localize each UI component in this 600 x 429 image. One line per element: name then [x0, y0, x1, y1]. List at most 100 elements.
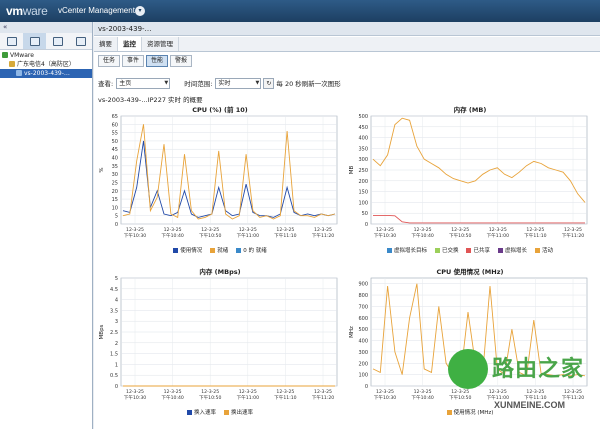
y-tick-label: 2: [115, 341, 118, 347]
legend-swatch: [210, 248, 216, 253]
chart-title: 内存 (MB): [453, 106, 487, 114]
vm-title: vs-2003-439-…: [94, 22, 600, 36]
subtab-performance[interactable]: 性能: [146, 55, 169, 67]
chevron-down-icon: ▼: [164, 79, 169, 86]
legend-label: 换出速率: [231, 410, 254, 416]
y-tick-label: 500: [358, 114, 368, 120]
chart-title: CPU 使用情况 (MHz): [436, 268, 504, 276]
home-menu-button[interactable]: ▾: [135, 6, 145, 16]
inventory-tree: VMware 广东电信4（高防区） vs-2003-439-…: [0, 51, 92, 78]
y-tick-label: 0: [365, 384, 368, 390]
x-tick-label: 12-3-25 下午10:50: [199, 227, 222, 239]
legend-swatch: [466, 248, 472, 253]
tab-summary[interactable]: 摘要: [94, 37, 118, 51]
x-tick-label: 12-3-25 下午10:30: [374, 227, 397, 239]
legend-item: 虚拟增长: [498, 246, 527, 254]
y-tick-label: 150: [358, 190, 368, 196]
x-tick-label: 12-3-25 下午10:50: [199, 389, 222, 401]
subtab-events[interactable]: 事件: [122, 55, 145, 67]
folder-icon: [2, 52, 8, 58]
cpu-chart: CPU (%) (前 10) 0 5 10 15 20 25 30 35 40 45 50 55 60 65…: [95, 104, 345, 264]
y-tick-label: 55: [112, 131, 118, 137]
subtab-alarms[interactable]: 警报: [170, 55, 193, 67]
y-tick-label: 50: [112, 139, 118, 145]
top-bar: vmware vCenter Management ▾: [0, 0, 600, 22]
inventory-view-tabs: [0, 33, 92, 50]
tree-item-label: VMware: [10, 52, 34, 59]
legend-item: 已共享: [466, 246, 490, 254]
legend-swatch: [224, 410, 229, 415]
storage-view-icon[interactable]: [46, 33, 69, 49]
vms-view-icon[interactable]: [23, 33, 46, 49]
refresh-icon[interactable]: ↻: [263, 77, 275, 89]
collapse-button[interactable]: «: [0, 22, 92, 33]
legend-label: 0 的 就绪: [243, 248, 267, 254]
y-tick-label: 4: [115, 298, 118, 304]
tab-monitor[interactable]: 监控: [118, 37, 142, 51]
time-range-select[interactable]: 实时 ▼: [215, 77, 262, 89]
resource-pool-icon: [9, 61, 15, 67]
legend-label: 虚拟增长目标: [393, 248, 427, 254]
legend-swatch: [386, 248, 392, 253]
chevron-down-icon: ▼: [255, 79, 260, 86]
x-tick-label: 12-3-25 下午11:00: [487, 227, 510, 239]
legend-label: 使用情况: [180, 248, 203, 254]
network-view-icon[interactable]: [69, 33, 92, 49]
y-tick-label: 35: [112, 164, 118, 170]
legend-item: 已交换: [434, 246, 459, 254]
x-tick-label: 12-3-25 下午10:40: [161, 389, 184, 401]
y-tick-label: 30: [112, 172, 118, 178]
tree-item-label: 广东电信4（高防区）: [17, 61, 75, 68]
y-tick-label: 5: [115, 276, 118, 282]
vm-icon: [16, 70, 22, 76]
y-axis-label: MBps: [99, 324, 105, 339]
y-tick-label: 40: [112, 156, 118, 162]
legend-item: 虚拟增长目标: [386, 246, 427, 254]
x-tick-label: 12-3-25 下午11:20: [562, 227, 585, 239]
summary-caption: vs-2003-439-…IP227 实时 的概要: [98, 96, 203, 104]
x-tick-label: 12-3-25 下午10:30: [374, 389, 397, 401]
refresh-text: 每 20 秒刷新一次图形: [276, 80, 341, 88]
chart-title: CPU (%) (前 10): [192, 106, 248, 114]
watermark-url: XUNMEINE.COM: [494, 400, 566, 410]
x-tick-label: 12-3-25 下午10:40: [161, 227, 184, 239]
logo-vm: vm: [6, 4, 23, 18]
subtab-tasks[interactable]: 任务: [98, 55, 121, 67]
legend-swatch: [434, 248, 440, 253]
hosts-view-icon[interactable]: [0, 33, 23, 49]
legend-label: 已共享: [473, 248, 490, 254]
y-tick-label: 400: [358, 339, 368, 345]
chart-svg: 0 5 10 15 20 25 30 35 40 45 50 55 60 65% 12-3-25 下午10:3…: [99, 114, 338, 239]
view-label: 查看:: [98, 80, 114, 88]
tree-item-vm[interactable]: vs-2003-439-…: [0, 69, 92, 78]
legend-item: 使用情况: [173, 246, 202, 254]
y-tick-label: 200: [358, 179, 368, 185]
legend-swatch: [535, 248, 541, 253]
tab-resource-management[interactable]: 资源管理: [142, 37, 179, 51]
range-label: 时间范围:: [184, 80, 213, 88]
view-select[interactable]: 主页 ▼: [116, 77, 171, 89]
chart-legend: 换入速率 换出速率: [95, 408, 345, 416]
legend-label: 已交换: [441, 248, 459, 254]
plot-area: [120, 115, 338, 225]
watermark-text: 路由之家: [492, 357, 585, 382]
legend-swatch: [173, 248, 179, 253]
y-tick-label: 600: [358, 316, 368, 322]
chart-title: 内存 (MBps): [199, 268, 241, 276]
y-tick-label: 1.5: [110, 352, 118, 358]
y-tick-label: 20: [112, 189, 118, 195]
tree-item-vmware[interactable]: VMware: [0, 51, 92, 60]
y-tick-label: 200: [358, 361, 368, 367]
x-tick-label: 12-3-25 下午10:40: [411, 227, 434, 239]
legend-item: 换出速率: [224, 408, 253, 416]
y-axis-label: %: [99, 167, 105, 172]
y-tick-label: 25: [112, 180, 118, 186]
legend-label: 活动: [542, 248, 554, 254]
legend-swatch: [186, 410, 192, 415]
y-tick-label: 100: [358, 200, 368, 206]
y-tick-label: 50: [362, 211, 368, 217]
y-tick-label: 350: [358, 146, 368, 152]
tree-item-datacenter[interactable]: 广东电信4（高防区）: [0, 60, 92, 69]
y-tick-label: 250: [358, 168, 368, 174]
view-toolbar: 查看: 主页 ▼ 时间范围: 实时 ▼ ↻ 每 20 秒刷新一次图形: [98, 77, 341, 89]
